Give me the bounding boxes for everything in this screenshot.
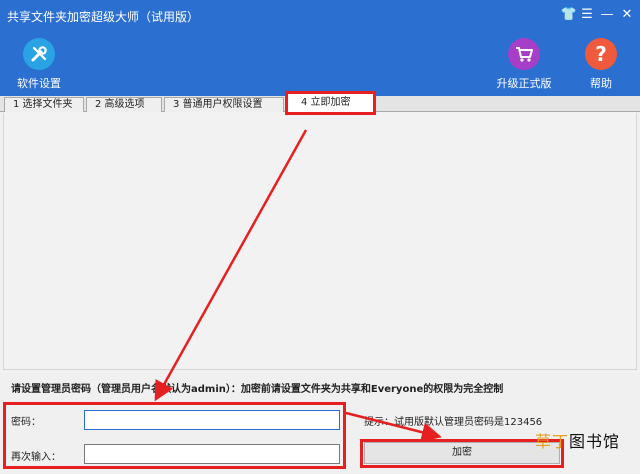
close-icon[interactable]: ✕ [618, 6, 636, 24]
password-input[interactable] [84, 410, 340, 430]
menu-icon[interactable]: ☰ [578, 6, 596, 24]
watermark: 草丁图书馆 [535, 428, 620, 452]
tab-bar: 1 选择文件夹 2 高级选项 3 普通用户权限设置 4 立即加密 [0, 93, 640, 113]
confirm-password-label: 再次输入： [11, 452, 61, 463]
skin-icon[interactable]: 👕 [560, 6, 578, 24]
tab-advanced-options[interactable]: 2 高级选项 [86, 97, 162, 112]
settings-button[interactable]: 软件设置 [9, 38, 69, 91]
watermark-text: 图书馆 [569, 432, 621, 451]
title-bar: 共享文件夹加密超级大师（试用版） 👕 ☰ — ✕ 软件设置 升级正式版 ? 帮助 [0, 0, 640, 96]
tab-select-folder[interactable]: 1 选择文件夹 [4, 97, 84, 112]
tab-user-permissions[interactable]: 3 普通用户权限设置 [164, 97, 284, 112]
tab-encrypt-now[interactable]: 4 立即加密 [286, 93, 374, 113]
password-label: 密码： [11, 417, 41, 428]
default-password-hint: 提示：试用版默认管理员密码是123456 [364, 417, 543, 428]
confirm-password-input[interactable] [84, 444, 340, 464]
watermark-accent: 草丁 [535, 432, 570, 451]
help-button[interactable]: ? 帮助 [571, 38, 631, 91]
app-window: 共享文件夹加密超级大师（试用版） 👕 ☰ — ✕ 软件设置 升级正式版 ? 帮助… [0, 0, 640, 474]
password-notice: 请设置管理员密码（管理员用户名默认为admin）：加密前请设置文件夹为共享和Ev… [11, 384, 504, 395]
help-label: 帮助 [590, 77, 612, 90]
minimize-icon[interactable]: — [598, 6, 616, 24]
window-title: 共享文件夹加密超级大师（试用版） [7, 10, 200, 24]
upgrade-button[interactable]: 升级正式版 [494, 38, 554, 91]
upgrade-label: 升级正式版 [496, 77, 552, 90]
encrypt-button[interactable]: 加密 [364, 442, 560, 464]
cart-icon [508, 38, 540, 70]
tab-content-area [3, 113, 637, 370]
settings-label: 软件设置 [17, 77, 61, 90]
question-icon: ? [585, 38, 617, 70]
tools-icon [23, 38, 55, 70]
